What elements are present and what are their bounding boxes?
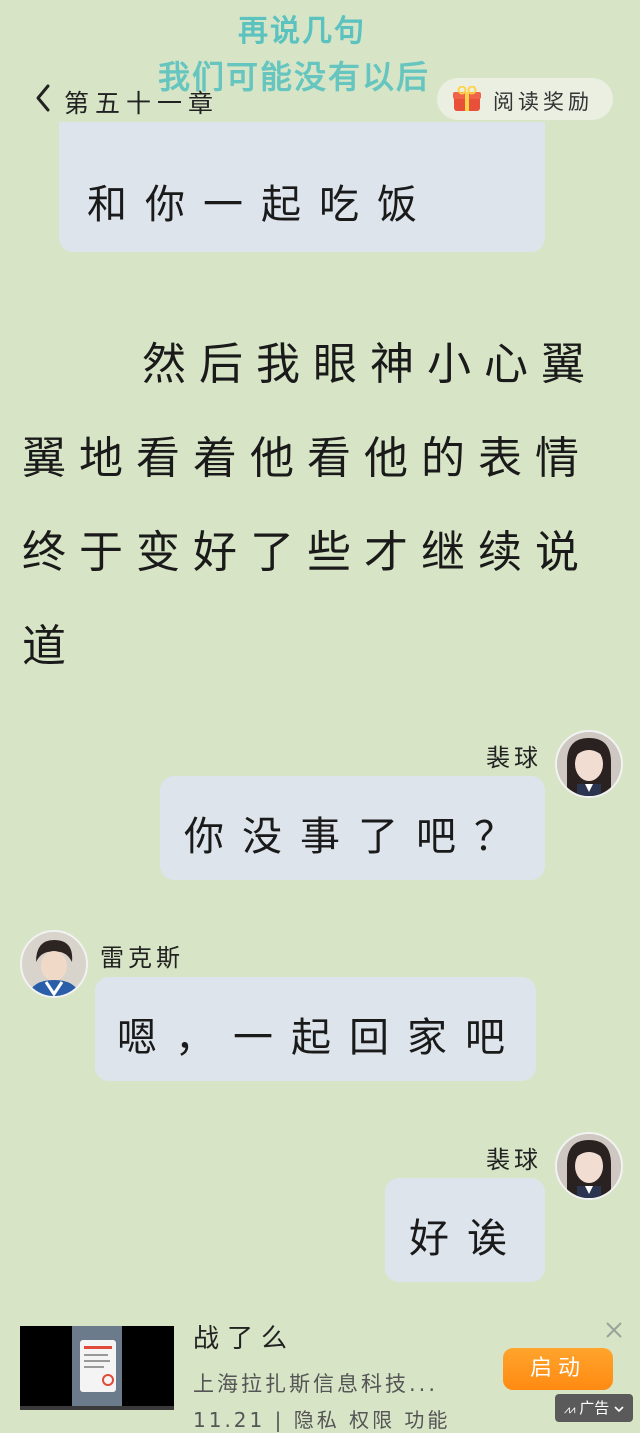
message-text: 嗯，一起回家吧: [117, 1015, 523, 1061]
narrative-paragraph: 然后我眼神小心翼 翼地看着他看他的表情 终于变好了些才继续说 道: [22, 318, 612, 694]
message-bubble: 好诶: [385, 1178, 545, 1282]
ad-badge-label: 广告: [579, 1399, 610, 1417]
ad-thumbnail[interactable]: [20, 1326, 174, 1410]
boy-avatar-icon: [22, 932, 86, 996]
watermark-line-1: 再说几句: [238, 14, 366, 49]
paragraph-line: 终于变好了些才继续说: [22, 527, 592, 578]
chevron-down-icon: [614, 1405, 624, 1412]
message-bubble: 嗯，一起回家吧: [95, 977, 536, 1081]
paragraph-line: 然后我眼神小心翼: [142, 339, 598, 390]
ad-logo-icon: ⩘⩘: [564, 1403, 575, 1416]
paragraph-line: 翼地看着他看他的表情: [22, 433, 592, 484]
avatar[interactable]: [555, 730, 623, 798]
back-button[interactable]: [30, 80, 60, 116]
message-bubble: 你没事了吧？: [160, 776, 545, 880]
sender-name: 裴球: [486, 1146, 542, 1174]
girl-avatar-icon: [557, 1134, 621, 1198]
gift-icon: [453, 86, 481, 111]
sender-name: 裴球: [486, 744, 542, 772]
partial-message-text: 和你一起吃饭: [87, 182, 435, 228]
message-text: 你没事了吧？: [184, 814, 532, 860]
ad-company: 上海拉扎斯信息科技...: [193, 1372, 439, 1396]
girl-avatar-icon: [557, 732, 621, 796]
chevron-left-icon: [36, 84, 50, 112]
ad-badge[interactable]: ⩘⩘ 广告: [555, 1394, 633, 1422]
reading-reward-label: 阅读奖励: [493, 90, 593, 114]
partial-message-bubble: 和你一起吃饭: [59, 122, 545, 252]
avatar[interactable]: [555, 1132, 623, 1200]
ad-launch-button[interactable]: 启动: [503, 1348, 613, 1390]
ad-title[interactable]: 战了么: [193, 1318, 295, 1355]
reading-reward-button[interactable]: 阅读奖励: [437, 78, 613, 120]
message-text: 好诶: [409, 1216, 525, 1262]
sender-name: 雷克斯: [100, 944, 184, 972]
ad-video-icon: [20, 1326, 174, 1410]
paragraph-line: 道: [22, 621, 79, 672]
close-icon: [606, 1322, 622, 1338]
chapter-title: 第五十一章: [64, 89, 220, 118]
avatar[interactable]: [20, 930, 88, 998]
ad-close-button[interactable]: [605, 1320, 623, 1345]
